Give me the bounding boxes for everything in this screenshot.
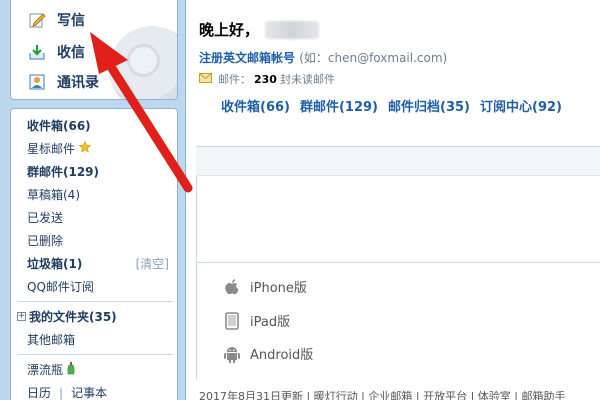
drift-bottle-link[interactable]: 漂流瓶	[27, 361, 75, 378]
iphone-label: iPhone版	[250, 281, 307, 296]
folder-qq-subscribe[interactable]: QQ邮件订阅	[27, 278, 94, 295]
star-icon	[78, 140, 92, 156]
android-icon	[222, 345, 242, 363]
greeting-text: 晚上好，	[199, 21, 260, 39]
receive-label: 收信	[57, 45, 85, 61]
divider	[17, 301, 173, 302]
my-folders-label: 我的文件夹(35)	[29, 310, 117, 324]
quick-links: 收件箱(66) 群邮件(129) 邮件归档(35) 订阅中心(92)	[221, 96, 562, 115]
unread-suffix-link[interactable]: 封未读邮件	[280, 71, 335, 87]
unread-mail-summary: 邮件： 230 封未读邮件	[199, 71, 335, 87]
unread-count: 230	[254, 72, 277, 86]
folder-other-mailbox[interactable]: 其他邮箱	[27, 331, 75, 348]
quick-link-group[interactable]: 群邮件(129)	[300, 96, 378, 115]
compose-button[interactable]: 写信	[11, 8, 177, 32]
quick-link-subscription[interactable]: 订阅中心(92)	[480, 96, 562, 115]
folder-starred[interactable]: 星标邮件	[27, 140, 92, 157]
divider	[196, 262, 600, 263]
tablet-icon	[222, 311, 242, 330]
compose-label: 写信	[57, 13, 85, 29]
mail-prefix: 邮件：	[218, 73, 251, 86]
account-example-hint: (如：chen@foxmail.com)	[299, 51, 448, 65]
folder-starred-label: 星标邮件	[27, 142, 76, 156]
contacts-button[interactable]: 通讯录	[11, 70, 177, 94]
calendar-link[interactable]: 日历	[27, 384, 51, 400]
iphone-app-link[interactable]: iPhone版	[222, 277, 307, 296]
android-label: Android版	[250, 348, 314, 363]
android-app-link[interactable]: Android版	[222, 344, 313, 363]
link-divider: |	[59, 385, 64, 400]
receive-button[interactable]: 收信	[11, 40, 177, 64]
content-header-band	[196, 146, 600, 176]
folder-drafts[interactable]: 草稿箱(4)	[27, 186, 80, 203]
folder-junk[interactable]: 垃圾箱(1)	[27, 255, 82, 272]
folder-deleted[interactable]: 已删除	[27, 232, 63, 249]
my-folders-toggle[interactable]: + 我的文件夹(35)	[17, 308, 117, 325]
pencil-icon	[27, 10, 47, 30]
main-content: 晚上好， 注册英文邮箱帐号 (如：chen@foxmail.com) 邮件： 2…	[185, 0, 600, 400]
inbox-download-icon	[27, 42, 47, 62]
clear-junk-link[interactable]: [清空]	[136, 255, 169, 272]
notebook-link[interactable]: 记事本	[71, 384, 107, 400]
address-book-icon	[27, 72, 47, 92]
greeting: 晚上好，	[199, 19, 320, 40]
expand-plus-icon: +	[17, 311, 26, 321]
divider	[17, 354, 173, 355]
apple-icon	[222, 278, 242, 296]
envelope-icon	[199, 72, 212, 86]
folder-inbox[interactable]: 收件箱(66)	[27, 117, 91, 134]
register-account-row: 注册英文邮箱帐号 (如：chen@foxmail.com)	[199, 49, 447, 66]
ipad-app-link[interactable]: iPad版	[222, 311, 290, 330]
primary-actions-panel: 写信 收信 通讯录	[10, 0, 178, 100]
register-english-account-link[interactable]: 注册英文邮箱帐号	[199, 51, 295, 65]
folder-sent[interactable]: 已发送	[27, 209, 63, 226]
blurred-username	[265, 20, 320, 39]
calendar-notebook-row: 日历 | 记事本	[27, 384, 107, 400]
footer-links[interactable]: 2017年8月31日更新 | 暖灯行动 | 企业邮箱 | 开放平台 | 体验室 …	[199, 388, 565, 400]
ipad-label: iPad版	[250, 315, 291, 330]
contacts-label: 通讯录	[57, 75, 99, 91]
quick-link-archive[interactable]: 邮件归档(35)	[388, 96, 470, 115]
bottle-icon	[67, 361, 75, 378]
drift-bottle-label: 漂流瓶	[27, 363, 64, 377]
folder-group[interactable]: 群邮件(129)	[27, 163, 99, 180]
quick-link-inbox[interactable]: 收件箱(66)	[221, 96, 290, 115]
folder-list: 收件箱(66) 星标邮件 群邮件(129) 草稿箱(4) 已发送 已删除 垃圾箱…	[10, 108, 178, 400]
left-sidebar: 写信 收信 通讯录 收件箱(66) 星标邮件 群邮件(129) 草稿箱(4) 已…	[0, 0, 185, 400]
